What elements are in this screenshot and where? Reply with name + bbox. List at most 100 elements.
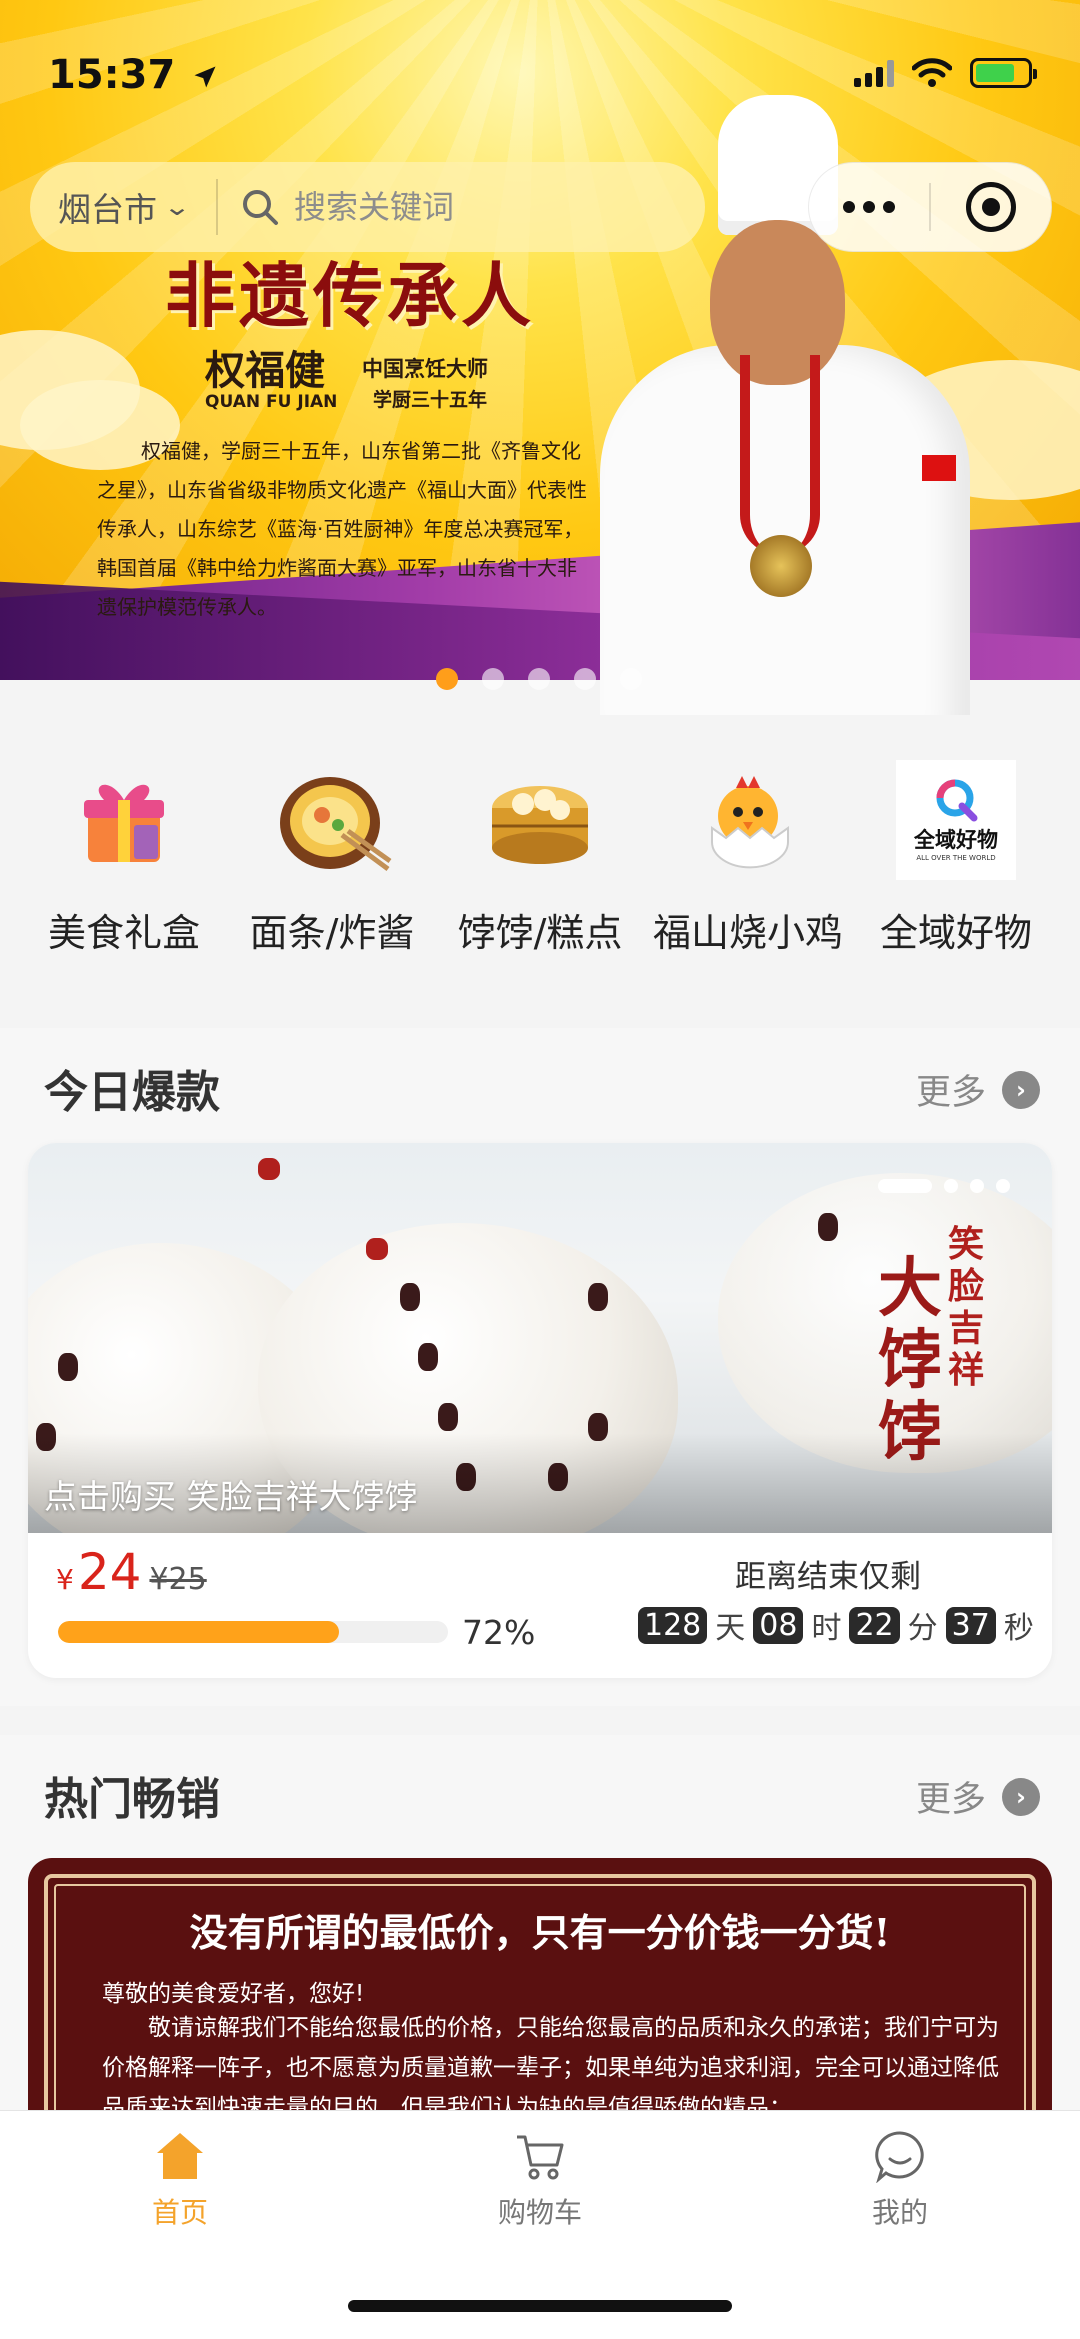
bun-date xyxy=(258,1158,280,1180)
chat-bubble-icon xyxy=(875,2131,924,2183)
banner-dot-active[interactable] xyxy=(436,668,458,690)
banner-dot[interactable] xyxy=(482,668,504,690)
hot-sales-card[interactable]: 没有所谓的最低价，只有一分价钱一分货! 尊敬的美食爱好者，您好! 敬请谅解我们不… xyxy=(28,1858,1052,2118)
countdown-minutes-unit: 分 xyxy=(907,1611,938,1646)
target-circle-icon xyxy=(965,182,1016,232)
home-indicator xyxy=(348,2300,732,2312)
hot-card-greeting: 尊敬的美食爱好者，您好! xyxy=(102,1981,365,2007)
price-original: ¥25 xyxy=(149,1562,207,1597)
more-button[interactable]: 更多 › xyxy=(916,1771,1040,1822)
banner-description: 权福健，学厨三十五年，山东省第二批《齐鲁文化之星》，山东省省级非物质文化遗产《福… xyxy=(97,439,587,619)
search-bar: 烟台市 ⌄ xyxy=(30,162,705,252)
search-field[interactable] xyxy=(218,187,705,227)
category-item-noodles[interactable]: 面条/炸酱 xyxy=(228,760,436,1025)
hero-banner[interactable]: 非遗传承人 权福健 QUAN FU JIAN 中国烹饪大师 学厨三十五年 权福健… xyxy=(0,0,1080,715)
hot-card-headline: 没有所谓的最低价，只有一分价钱一分货! xyxy=(189,1910,891,1955)
deal-image-slogan: 笑脸吉祥 xyxy=(948,1223,985,1391)
cart-icon xyxy=(517,2135,564,2180)
countdown-days-unit: 天 xyxy=(715,1611,746,1646)
location-arrow-icon xyxy=(194,66,216,88)
more-label: 更多 xyxy=(915,1073,986,1113)
master-role: 中国烹饪大师 xyxy=(362,357,488,381)
category-label: 美食礼盒 xyxy=(47,911,200,955)
deal-caption[interactable]: 点击购买 笑脸吉祥大饽饽 xyxy=(44,1470,418,1518)
miniprogram-capsule xyxy=(808,162,1052,252)
bun-date xyxy=(366,1238,388,1260)
countdown-hours: 08 xyxy=(753,1606,804,1644)
category-item-pastries[interactable]: 饽饽/糕点 xyxy=(436,760,644,1025)
chevron-right-icon: › xyxy=(1002,1777,1040,1816)
deal-dot-active[interactable] xyxy=(878,1179,932,1193)
countdown-timer: 128 天 08 时 22 分 37 秒 xyxy=(638,1603,1034,1647)
sold-progress-fill xyxy=(58,1621,339,1643)
status-time: 15:37 xyxy=(48,52,219,98)
tab-cart[interactable]: 购物车 xyxy=(440,2129,640,2231)
banner-title: 非遗传承人 xyxy=(165,254,535,337)
tab-home[interactable]: 首页 xyxy=(80,2129,280,2231)
section-title: 今日爆款 xyxy=(44,1067,220,1118)
bun-date xyxy=(588,1283,608,1311)
sold-percent: 72% xyxy=(462,1613,536,1652)
battery-icon xyxy=(970,58,1037,88)
countdown-seconds-unit: 秒 xyxy=(1003,1611,1034,1646)
gift-box-icon xyxy=(64,760,184,880)
section-title: 热门畅销 xyxy=(44,1774,220,1825)
more-menu-button[interactable] xyxy=(809,163,929,251)
countdown-label: 距离结束仅剩 xyxy=(735,1559,921,1595)
category-item-chicken[interactable]: 福山烧小鸡 xyxy=(644,760,852,1025)
master-pinyin: QUAN FU JIAN xyxy=(205,392,338,412)
wifi-icon xyxy=(912,58,952,87)
deal-image-pagination xyxy=(878,1179,1010,1193)
deal-card[interactable]: 笑脸吉祥 大饽饽 点击购买 笑脸吉祥大饽饽 ¥ 24 ¥25 72% 距离结束仅… xyxy=(28,1143,1052,1678)
category-strip: 美食礼盒 面条/炸酱 饽饽/糕点 福山烧小鸡 全域好物 ALL OVER THE… xyxy=(0,715,1080,1025)
sold-progress-bar xyxy=(58,1621,448,1643)
countdown-minutes: 22 xyxy=(849,1606,900,1644)
chef-medal-ribbon xyxy=(740,355,820,555)
status-indicators xyxy=(854,58,1037,88)
banner-dot[interactable] xyxy=(574,668,596,690)
hot-card-body: 敬请谅解我们不能给您最低的价格，只能给您最高的品质和永久的承诺；我们宁可为价格解… xyxy=(102,2015,999,2118)
bun-date xyxy=(400,1283,420,1311)
deal-price: ¥ 24 ¥25 xyxy=(56,1543,207,1601)
tab-profile[interactable]: 我的 xyxy=(800,2129,1000,2231)
category-label: 全域好物 xyxy=(879,911,1032,955)
category-label: 面条/炸酱 xyxy=(249,911,415,955)
master-name: 权福健 xyxy=(205,347,325,394)
more-dots-icon xyxy=(843,201,895,213)
banner-dot[interactable] xyxy=(528,668,550,690)
bun-date xyxy=(58,1353,78,1381)
banner-dot[interactable] xyxy=(620,668,642,690)
quanyu-logo-subtext: ALL OVER THE WORLD xyxy=(916,854,996,862)
deal-dot[interactable] xyxy=(996,1179,1010,1193)
chevron-down-icon: ⌄ xyxy=(162,193,192,221)
close-miniprogram-button[interactable] xyxy=(931,163,1051,251)
quanyu-logo-text: 全域好物 xyxy=(914,828,998,852)
deal-dot[interactable] xyxy=(970,1179,984,1193)
countdown-seconds: 37 xyxy=(945,1606,996,1644)
chick-icon xyxy=(688,760,808,880)
search-input[interactable] xyxy=(294,188,594,226)
countdown-hours-unit: 时 xyxy=(811,1611,842,1646)
category-item-quanyu[interactable]: 全域好物 ALL OVER THE WORLD 全域好物 xyxy=(852,760,1060,1025)
banner-pagination xyxy=(436,668,642,690)
more-label: 更多 xyxy=(915,1780,986,1820)
category-label: 饽饽/糕点 xyxy=(457,911,623,955)
home-icon xyxy=(157,2133,203,2179)
page: 非遗传承人 权福健 QUAN FU JIAN 中国烹饪大师 学厨三十五年 权福健… xyxy=(0,0,1080,2339)
countdown-days: 128 xyxy=(638,1606,708,1644)
deal-product-image[interactable]: 笑脸吉祥 大饽饽 点击购买 笑脸吉祥大饽饽 xyxy=(28,1143,1052,1533)
city-selector[interactable]: 烟台市 ⌄ xyxy=(30,179,218,235)
more-button[interactable]: 更多 › xyxy=(916,1064,1040,1115)
price-current: 24 xyxy=(77,1543,142,1601)
cellular-signal-icon xyxy=(854,59,894,87)
tab-label: 购物车 xyxy=(497,2196,582,2229)
price-currency: ¥ xyxy=(56,1563,74,1596)
master-years: 学厨三十五年 xyxy=(373,389,488,411)
noodle-bowl-icon xyxy=(272,760,392,880)
category-label: 福山烧小鸡 xyxy=(652,911,843,955)
deal-dot[interactable] xyxy=(944,1179,958,1193)
chef-flag-badge xyxy=(922,455,956,481)
quanyu-logo-icon: 全域好物 ALL OVER THE WORLD xyxy=(896,760,1016,880)
bun-date xyxy=(418,1343,438,1371)
category-item-gift-box[interactable]: 美食礼盒 xyxy=(20,760,228,1025)
